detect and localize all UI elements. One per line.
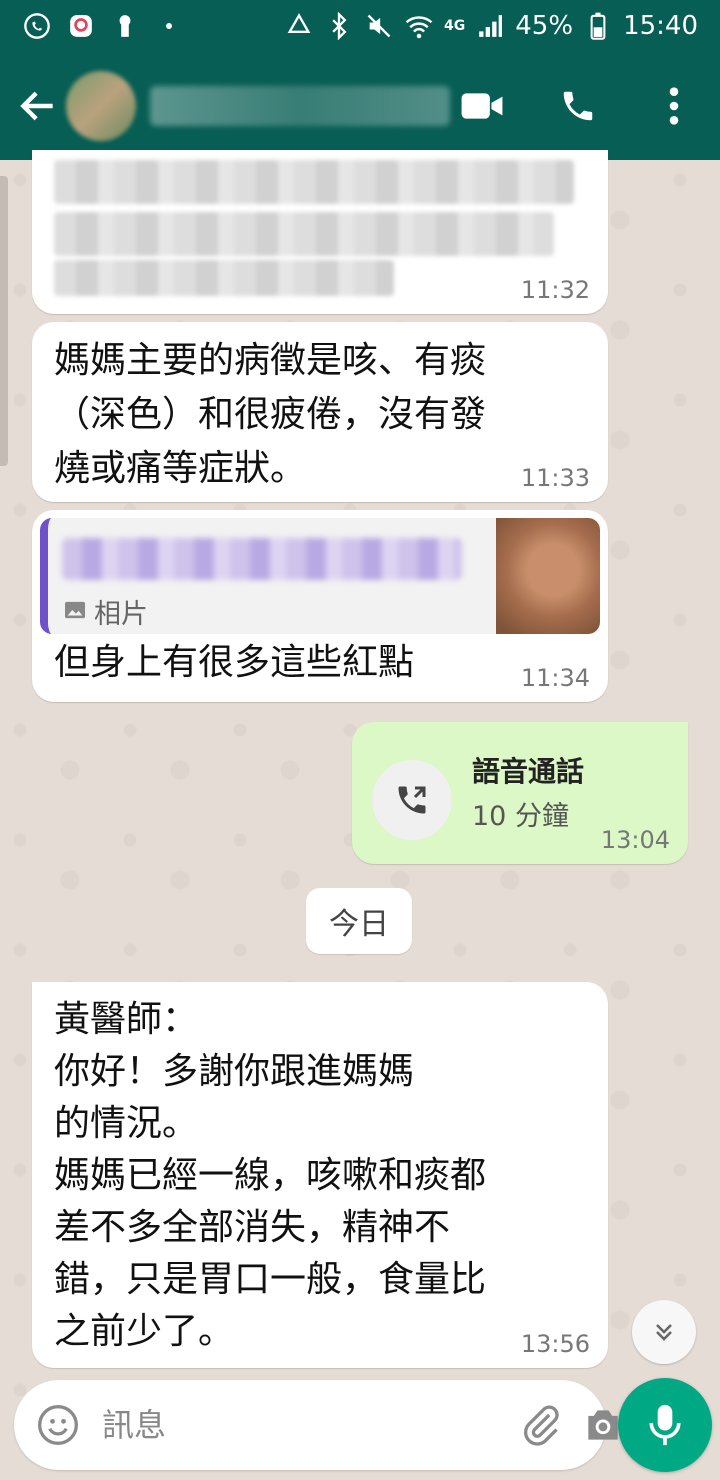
message-composer: [14, 1380, 618, 1470]
message-bubble-incoming[interactable]: 媽媽主要的病徵是咳、有痰 （深色）和很疲倦，沒有發 燒或痛等症狀。 11:33: [32, 322, 608, 502]
message-text: 黃醫師： 你好！多謝你跟進媽媽 的情況。 媽媽已經一線，咳嗽和痰都 差不多全部消…: [54, 999, 487, 1352]
message-text: 但身上有很多這些紅點: [54, 642, 415, 683]
app-bar: [0, 52, 720, 160]
photo-icon: [64, 596, 86, 627]
status-bar: 4G 45% 15:40: [0, 0, 720, 52]
status-clock: 15:40: [623, 11, 698, 41]
message-input[interactable]: [102, 1406, 501, 1444]
attach-icon[interactable]: [519, 1403, 563, 1447]
message-time: 13:56: [520, 1330, 590, 1358]
call-icon-circle: [372, 760, 452, 840]
message-bubble-incoming[interactable]: 11:32: [32, 150, 608, 314]
double-chevron-down-icon: [656, 1324, 672, 1341]
battery-icon: [583, 11, 613, 41]
call-duration: 10 分鐘: [472, 801, 569, 832]
sync-icon: [284, 11, 314, 41]
signal-icon: [475, 11, 505, 41]
top-bar: 4G 45% 15:40: [0, 0, 720, 160]
wifi-icon: [404, 11, 434, 41]
back-arrow-icon[interactable]: [16, 84, 60, 128]
quoted-photo-label: 相片: [94, 599, 148, 630]
more-vert-icon[interactable]: [652, 84, 696, 128]
message-bubble-incoming[interactable]: 黃醫師： 你好！多謝你跟進媽媽 的情況。 媽媽已經一線，咳嗽和痰都 差不多全部消…: [32, 982, 608, 1368]
quoted-photo-thumbnail[interactable]: [496, 518, 600, 634]
keyhole-icon: [110, 11, 140, 41]
quoted-photo-reply[interactable]: 相片: [40, 518, 600, 634]
voice-record-button[interactable]: [618, 1378, 712, 1472]
quoted-sender-redacted: [62, 538, 462, 580]
mic-icon: [649, 1404, 681, 1446]
call-title: 語音通話: [472, 755, 585, 788]
whatsapp-notification-icon: [22, 11, 52, 41]
message-time: 11:34: [520, 664, 590, 692]
date-separator: 今日: [306, 888, 412, 954]
voice-call-icon[interactable]: [556, 84, 600, 128]
scroll-to-bottom-button[interactable]: [632, 1300, 696, 1364]
bluetooth-icon: [324, 11, 354, 41]
redacted-text: [54, 212, 554, 256]
app-notification-icon: [66, 11, 96, 41]
network-type-label: 4G: [444, 18, 466, 34]
contact-avatar[interactable]: [66, 71, 136, 141]
outgoing-call-icon: [398, 786, 426, 814]
contact-name-redacted[interactable]: [150, 86, 450, 126]
video-call-icon[interactable]: [460, 84, 504, 128]
mute-icon: [364, 11, 394, 41]
message-text: 媽媽主要的病徵是咳、有痰 （深色）和很疲倦，沒有發 燒或痛等症狀。: [54, 340, 487, 489]
dot-icon: [154, 11, 184, 41]
redacted-text: [54, 260, 394, 296]
message-bubble-incoming[interactable]: 相片 但身上有很多這些紅點 11:34: [32, 510, 608, 702]
message-time: 13:04: [600, 826, 670, 854]
message-time: 11:32: [520, 276, 590, 304]
scroll-indicator[interactable]: [0, 176, 8, 466]
voice-call-bubble-outgoing[interactable]: 語音通話 10 分鐘 13:04: [352, 722, 688, 864]
emoji-icon[interactable]: [36, 1403, 80, 1447]
message-time: 11:33: [520, 464, 590, 492]
battery-percent: 45%: [515, 11, 574, 41]
redacted-text: [54, 160, 574, 204]
